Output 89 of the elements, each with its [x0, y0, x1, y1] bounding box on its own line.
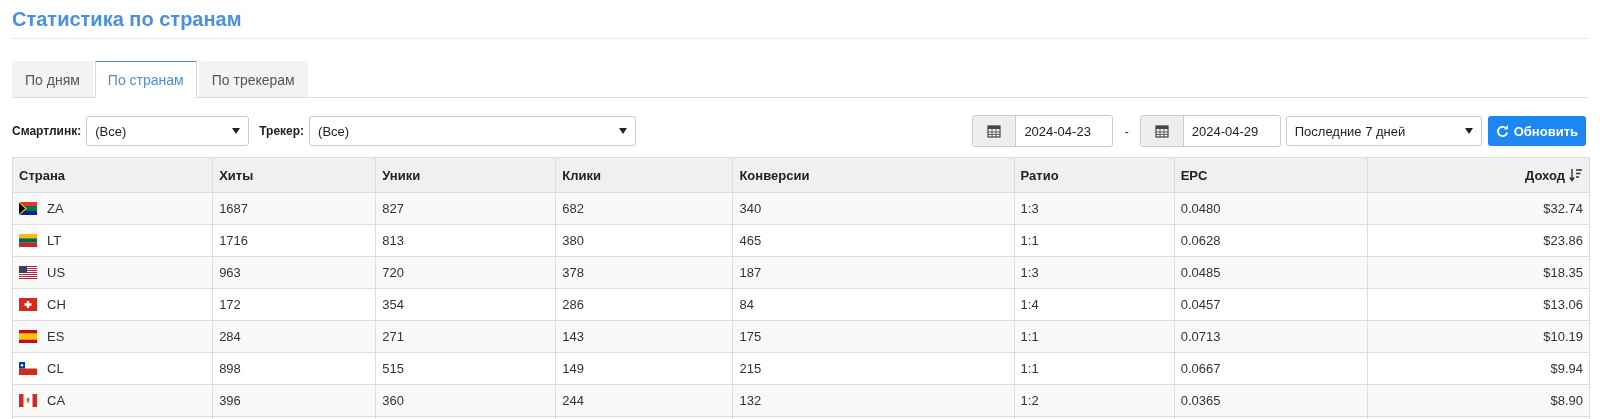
column-header[interactable]: Страна — [12, 157, 213, 193]
table-cell: 1:3 — [1014, 256, 1175, 289]
smartlink-dropdown[interactable]: (Все) — [86, 116, 250, 146]
column-header[interactable]: Конверсии — [732, 157, 1015, 193]
table-cell: 187 — [732, 256, 1015, 289]
table-cell: 1:4 — [1014, 288, 1175, 321]
table-cell: 84 — [732, 288, 1015, 321]
table-cell: $8.90 — [1367, 384, 1590, 417]
caret-icon — [619, 128, 628, 134]
column-header[interactable]: Ратио — [1014, 157, 1175, 193]
column-header[interactable]: Доход — [1367, 157, 1590, 193]
table-cell: 284 — [212, 320, 376, 353]
flag-icon — [19, 362, 37, 375]
flag-icon — [19, 202, 37, 215]
table-cell: 175 — [732, 320, 1015, 353]
table-cell: 465 — [732, 224, 1015, 257]
column-header[interactable]: EPC — [1174, 157, 1368, 193]
table-cell: 1:1 — [1014, 224, 1175, 257]
table-cell: $10.19 — [1367, 320, 1590, 353]
table-cell: 271 — [375, 320, 556, 353]
refresh-button[interactable]: Обновить — [1487, 116, 1586, 146]
table-cell: 1687 — [212, 192, 376, 225]
table-cell: 286 — [555, 288, 733, 321]
period-dropdown[interactable]: Последние 7 дней — [1285, 116, 1482, 146]
table-cell: $18.35 — [1367, 256, 1590, 289]
flag-icon — [19, 330, 37, 343]
table-cell: $32.74 — [1367, 192, 1590, 225]
table-cell: 827 — [375, 192, 556, 225]
calendar-icon — [987, 124, 1002, 138]
date-field[interactable]: 2024-04-29 — [1139, 115, 1281, 147]
table-cell: 215 — [732, 352, 1015, 385]
flag-icon — [19, 298, 37, 311]
table-cell: 378 — [555, 256, 733, 289]
flag-icon — [19, 394, 37, 407]
table-cell: 0.0713 — [1174, 320, 1368, 353]
tab[interactable]: По дням — [12, 61, 93, 97]
table-cell: 0.0628 — [1174, 224, 1368, 257]
table-cell: 0.0365 — [1174, 384, 1368, 417]
table-cell: 0.0480 — [1174, 192, 1368, 225]
table-cell: 396 — [212, 384, 376, 417]
country-code: CA — [47, 393, 66, 408]
country-code: ES — [47, 329, 65, 344]
country-code: CL — [47, 361, 64, 376]
table-cell: 1:1 — [1014, 320, 1175, 353]
date-field[interactable]: 2024-04-23 — [972, 115, 1114, 147]
table-cell: 813 — [375, 224, 556, 257]
table-cell: 143 — [555, 320, 733, 353]
table-cell: 354 — [375, 288, 556, 321]
table-cell: 682 — [555, 192, 733, 225]
column-header[interactable]: Уники — [375, 157, 556, 193]
caret-icon — [1464, 128, 1473, 134]
date-separator: - — [1124, 123, 1129, 139]
table-cell: 149 — [555, 352, 733, 385]
country-code: ZA — [47, 201, 64, 216]
table-cell: 963 — [212, 256, 376, 289]
column-header[interactable]: Клики — [555, 157, 733, 193]
table-cell: $23.86 — [1367, 224, 1590, 257]
flag-icon — [19, 266, 37, 279]
table-cell: 1:3 — [1014, 192, 1175, 225]
table-cell: 720 — [375, 256, 556, 289]
field-label: Смартлинк: — [12, 124, 82, 138]
table-cell: 244 — [555, 384, 733, 417]
table-cell: 1:2 — [1014, 384, 1175, 417]
tracker-dropdown[interactable]: (Все) — [309, 116, 637, 146]
table-cell: 380 — [555, 224, 733, 257]
table-cell: 1:1 — [1014, 352, 1175, 385]
field-label: Трекер: — [259, 124, 305, 138]
calendar-icon — [1154, 124, 1169, 138]
table-cell: 515 — [375, 352, 556, 385]
table-cell: 340 — [732, 192, 1015, 225]
table-cell: 132 — [732, 384, 1015, 417]
country-code: CH — [47, 297, 66, 312]
table-cell: 0.0457 — [1174, 288, 1368, 321]
tab[interactable]: По трекерам — [198, 61, 308, 97]
table-cell: 360 — [375, 384, 556, 417]
table-cell: 1716 — [212, 224, 376, 257]
caret-icon — [232, 128, 241, 134]
table-cell: 172 — [212, 288, 376, 321]
table-cell: 0.0485 — [1174, 256, 1368, 289]
column-header[interactable]: Хиты — [212, 157, 376, 193]
table-cell: $13.06 — [1367, 288, 1590, 321]
table-cell: 898 — [212, 352, 376, 385]
page-title: Статистика по странам — [12, 0, 1588, 39]
refresh-icon — [1495, 124, 1509, 138]
country-code: US — [47, 265, 66, 280]
table-cell: 0.0667 — [1174, 352, 1368, 385]
flag-icon — [19, 234, 37, 247]
table-cell: $9.94 — [1367, 352, 1590, 385]
country-code: LT — [47, 233, 62, 248]
